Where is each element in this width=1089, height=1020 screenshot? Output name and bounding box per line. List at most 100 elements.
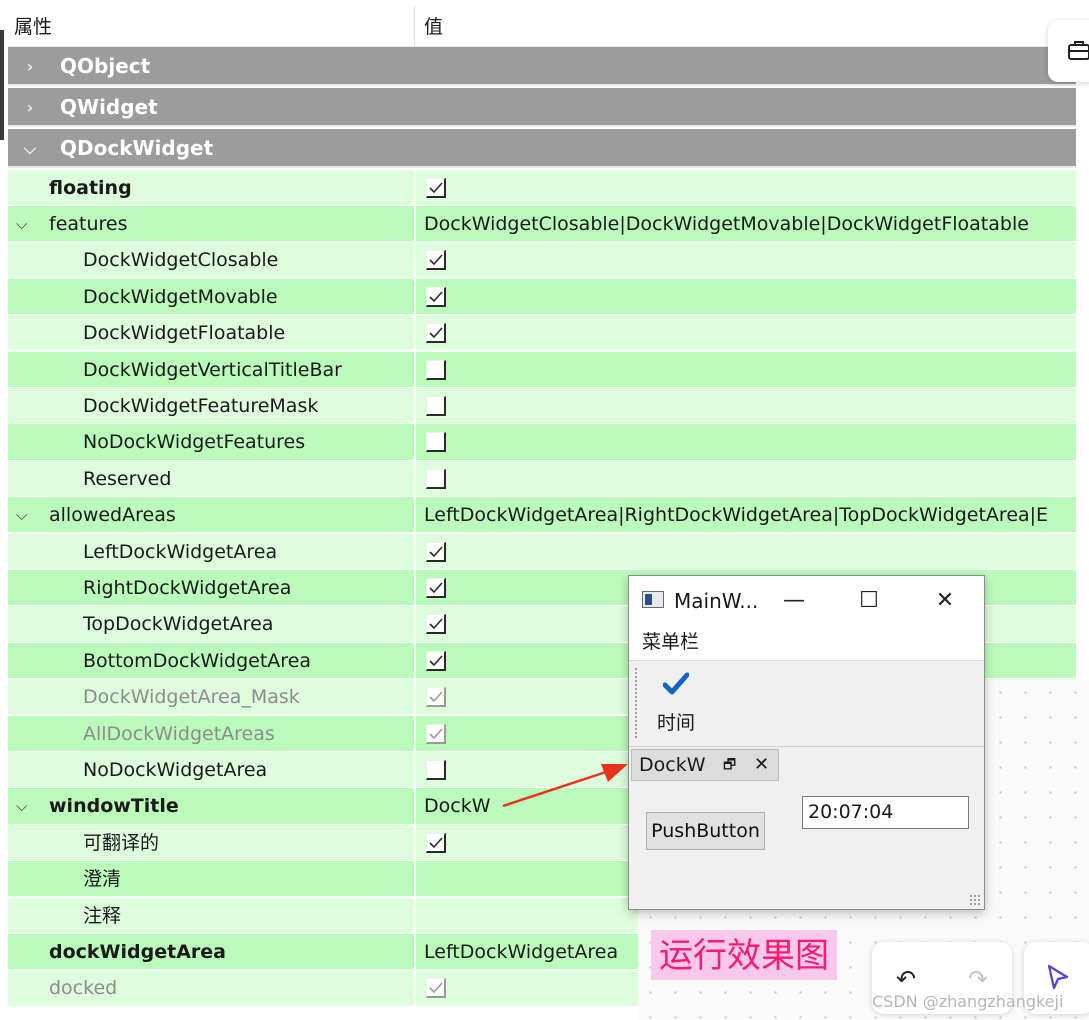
dock-widget-titlebar[interactable]: DockW 🗗 ✕: [631, 749, 779, 781]
check-icon: [429, 982, 443, 994]
category-label: QObject: [60, 54, 151, 78]
main-window[interactable]: MainW... — ☐ ✕ 菜单栏 时间 DockW 🗗 ✕ PushButt…: [628, 575, 985, 910]
header-divider[interactable]: [414, 6, 415, 46]
header-value[interactable]: 值: [424, 6, 443, 46]
resize-grip[interactable]: [969, 894, 981, 906]
window-title: MainW...: [674, 589, 759, 613]
column-divider: [414, 569, 416, 606]
column-divider: [414, 679, 416, 716]
dock-widget-title: DockW: [639, 754, 706, 776]
prop-checkbox[interactable]: [426, 432, 446, 453]
category-qobject[interactable]: › QObject: [8, 47, 1076, 86]
column-divider: [414, 788, 416, 825]
prop-row-features[interactable]: ⌵ features DockWidgetClosable|DockWidget…: [8, 205, 1076, 243]
column-divider: [414, 315, 416, 352]
prop-checkbox[interactable]: [426, 395, 446, 416]
prop-checkbox[interactable]: [426, 177, 446, 198]
prop-row-left-area[interactable]: LeftDockWidgetArea: [8, 533, 1076, 570]
splitter-bar[interactable]: [0, 30, 4, 140]
check-icon: [429, 837, 443, 848]
chevron-right-icon[interactable]: ›: [20, 88, 40, 127]
chevron-right-icon[interactable]: ›: [20, 47, 40, 86]
prop-name: features: [49, 212, 128, 235]
prop-value[interactable]: LeftDockWidgetArea|RightDockWidgetArea|T…: [424, 497, 1048, 533]
time-field[interactable]: 20:07:04: [802, 796, 969, 829]
prop-name: BottomDockWidgetArea: [83, 649, 312, 672]
prop-name: DockWidgetVerticalTitleBar: [83, 358, 342, 381]
prop-row-feature-mask[interactable]: DockWidgetFeatureMask: [8, 387, 1076, 425]
push-button[interactable]: PushButton: [646, 812, 765, 850]
toolbar-grip[interactable]: [635, 668, 637, 738]
checkmark-icon: [663, 672, 689, 695]
prop-row-closable[interactable]: DockWidgetClosable: [8, 242, 1076, 279]
prop-row-movable[interactable]: DockWidgetMovable: [8, 278, 1076, 316]
prop-checkbox[interactable]: [426, 759, 446, 780]
chevron-down-icon[interactable]: ⌵: [16, 206, 27, 242]
maximize-button[interactable]: ☐: [849, 584, 889, 618]
prop-name: LeftDockWidgetArea: [83, 540, 278, 563]
prop-checkbox[interactable]: [426, 250, 446, 271]
prop-checkbox[interactable]: [426, 614, 446, 635]
check-icon: [429, 691, 443, 703]
prop-row-allowed-areas[interactable]: ⌵ allowedAreas LeftDockWidgetArea|RightD…: [8, 497, 1076, 534]
tool-bar: 时间: [629, 662, 984, 747]
category-qdockwidget[interactable]: ⌵ QDockWidget: [8, 129, 1076, 168]
prop-checkbox[interactable]: [426, 723, 446, 744]
toolbox-icon: [1068, 41, 1089, 60]
prop-checkbox[interactable]: [426, 359, 446, 380]
prop-row-reserved[interactable]: Reserved: [8, 460, 1076, 498]
prop-row-no-features[interactable]: NoDockWidgetFeatures: [8, 424, 1076, 461]
prop-name: DockWidgetFeatureMask: [83, 394, 319, 417]
prop-row-floating[interactable]: floating: [8, 169, 1076, 206]
column-divider: [414, 424, 416, 461]
app-icon: [642, 591, 664, 608]
column-divider: [414, 497, 416, 534]
time-action-button[interactable]: 时间: [651, 668, 701, 738]
category-label: QWidget: [60, 95, 158, 119]
minimize-button[interactable]: —: [774, 584, 814, 618]
undo-icon[interactable]: ↶: [888, 962, 924, 996]
chevron-down-icon[interactable]: ⌵: [16, 788, 27, 824]
prop-name: DockWidgetFloatable: [83, 322, 286, 345]
prop-value[interactable]: DockWidgetClosable|DockWidgetMovable|Doc…: [424, 206, 1029, 242]
menu-bar[interactable]: 菜单栏: [629, 624, 984, 661]
close-icon[interactable]: ✕: [754, 750, 769, 780]
prop-checkbox[interactable]: [426, 978, 446, 999]
category-qwidget[interactable]: › QWidget: [8, 88, 1076, 127]
caption-label: 运行效果图: [651, 930, 837, 980]
chevron-down-icon[interactable]: ⌵: [20, 129, 40, 168]
prop-value[interactable]: DockW: [424, 788, 491, 824]
chevron-down-icon[interactable]: ⌵: [16, 497, 27, 533]
column-divider: [414, 824, 416, 861]
prop-checkbox[interactable]: [426, 832, 446, 853]
prop-name: TopDockWidgetArea: [83, 613, 274, 636]
prop-value[interactable]: LeftDockWidgetArea: [424, 934, 618, 970]
column-divider: [414, 970, 416, 1007]
header-property[interactable]: 属性: [14, 6, 52, 46]
redo-icon[interactable]: ↷: [960, 962, 996, 996]
window-titlebar[interactable]: MainW... — ☐ ✕: [629, 576, 984, 624]
prop-checkbox[interactable]: [426, 468, 446, 489]
prop-checkbox[interactable]: [426, 687, 446, 708]
float-icon[interactable]: 🗗: [723, 750, 736, 780]
check-icon: [429, 181, 443, 193]
prop-checkbox[interactable]: [426, 286, 446, 307]
toolbox-button[interactable]: [1048, 20, 1089, 82]
prop-checkbox[interactable]: [426, 650, 446, 671]
prop-name: 可翻译的: [83, 831, 160, 854]
column-divider: [414, 861, 416, 898]
menu-item[interactable]: 菜单栏: [642, 624, 699, 660]
column-divider: [414, 387, 416, 424]
watermark: CSDN @zhangzhangkeji: [872, 992, 1064, 1011]
prop-row-vertical-titlebar[interactable]: DockWidgetVerticalTitleBar: [8, 351, 1076, 388]
prop-checkbox[interactable]: [426, 577, 446, 598]
check-icon: [429, 291, 443, 302]
column-divider: [414, 715, 416, 752]
prop-name: windowTitle: [49, 795, 179, 818]
pointer-icon: [1047, 964, 1069, 990]
prop-checkbox[interactable]: [426, 323, 446, 344]
close-button[interactable]: ✕: [925, 584, 965, 618]
prop-name: Reserved: [83, 467, 172, 490]
prop-row-floatable[interactable]: DockWidgetFloatable: [8, 315, 1076, 352]
prop-checkbox[interactable]: [426, 541, 446, 562]
